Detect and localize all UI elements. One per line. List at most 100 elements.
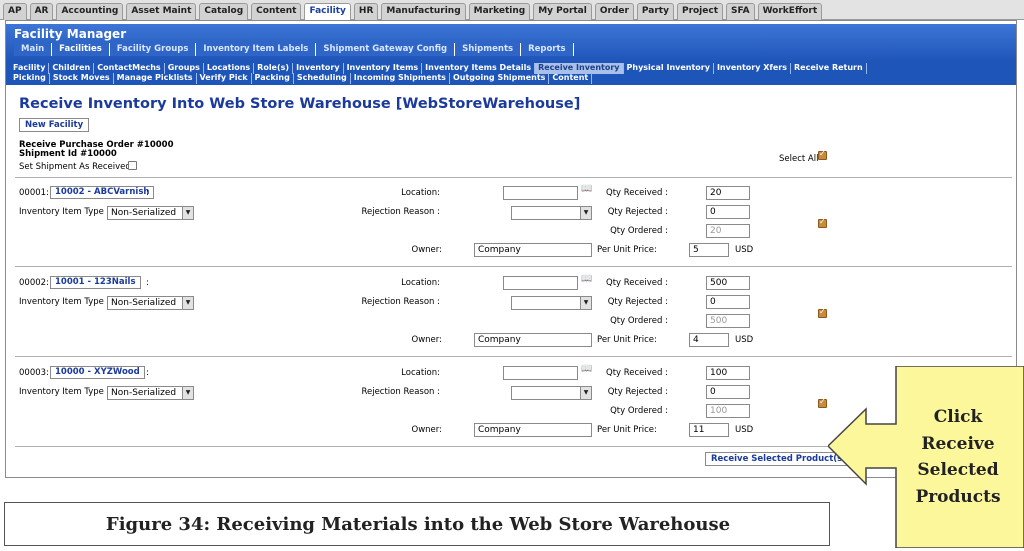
inventory-item-type-select[interactable]: Non-Serialized ▼	[107, 386, 194, 400]
manager-menu-shipments[interactable]: Shipments	[455, 43, 522, 56]
manager-menu-inventory-item-labels[interactable]: Inventory Item Labels	[196, 43, 317, 56]
qty-rejected-input[interactable]: 0	[706, 295, 750, 309]
lookup-icon[interactable]: 📖	[581, 364, 594, 374]
unit-price-input[interactable]: 5	[689, 243, 729, 257]
unit-price-input[interactable]: 11	[689, 423, 729, 437]
submenu-stock-moves[interactable]: Stock Moves	[50, 73, 114, 84]
inventory-item-type-select[interactable]: Non-Serialized ▼	[107, 206, 194, 220]
qty-received-input[interactable]: 500	[706, 276, 750, 290]
owner-label: Owner:	[411, 425, 442, 435]
figure-caption-box: Figure 34: Receiving Materials into the …	[4, 502, 830, 546]
submenu-inventory-xfers[interactable]: Inventory Xfers	[714, 63, 792, 74]
item-sequence: 00002:	[19, 278, 49, 288]
submenu-manage-picklists[interactable]: Manage Picklists	[114, 73, 197, 84]
qty-rejected-input[interactable]: 0	[706, 205, 750, 219]
rejection-reason-label: Rejection Reason :	[361, 297, 440, 307]
location-input[interactable]	[503, 276, 578, 290]
owner-input[interactable]: Company	[474, 243, 592, 257]
app-tab-sfa[interactable]: SFA	[726, 3, 755, 20]
unit-price-input[interactable]: 4	[689, 333, 729, 347]
qty-received-label: Qty Received :	[606, 188, 668, 198]
item-sequence: 00001:	[19, 188, 49, 198]
manager-menu-shipment-gateway-config[interactable]: Shipment Gateway Config	[316, 43, 456, 56]
app-tab-hr[interactable]: HR	[353, 3, 379, 20]
location-input[interactable]	[503, 186, 578, 200]
figure-caption: Figure 34: Receiving Materials into the …	[105, 514, 731, 535]
dropdown-arrow-icon: ▼	[580, 297, 591, 309]
qty-rejected-input[interactable]: 0	[706, 385, 750, 399]
lookup-icon[interactable]: 📖	[581, 274, 594, 284]
app-tab-project[interactable]: Project	[676, 3, 724, 20]
app-tab-ar[interactable]: AR	[29, 3, 54, 20]
owner-label: Owner:	[411, 245, 442, 255]
divider	[15, 266, 1012, 267]
rejection-reason-select[interactable]: ▼	[511, 206, 592, 220]
item-select-checkbox[interactable]	[818, 217, 827, 228]
app-tab-content[interactable]: Content	[251, 3, 302, 20]
submenu-outgoing-shipments[interactable]: Outgoing Shipments	[450, 73, 550, 84]
app-tab-order[interactable]: Order	[594, 3, 634, 20]
qty-ordered-input: 500	[706, 314, 750, 328]
dropdown-arrow-icon: ▼	[580, 207, 591, 219]
per-unit-price-label: Per Unit Price:	[597, 335, 657, 345]
app-tab-bar: AP AR Accounting Asset Maint Catalog Content F…	[0, 0, 1024, 21]
qty-received-input[interactable]: 20	[706, 186, 750, 200]
app-tab-my-portal[interactable]: My Portal	[533, 3, 592, 20]
item-select-checkbox[interactable]	[818, 397, 827, 408]
qty-received-label: Qty Received :	[606, 368, 668, 378]
product-suffix: :	[146, 188, 149, 198]
facility-sub-menu: Facility Children ContactMechs Groups Locati…	[6, 62, 1016, 85]
app-tab-marketing[interactable]: Marketing	[468, 3, 531, 20]
manager-title: Facility Manager	[14, 27, 127, 41]
manager-menu: Main Facilities Facility Groups Inventory I…	[14, 43, 574, 56]
app-tab-ap[interactable]: AP	[3, 3, 27, 20]
product-link[interactable]: 10000 - XYZWood	[50, 366, 145, 379]
submenu-physical-inventory[interactable]: Physical Inventory	[624, 63, 714, 74]
currency-label: USD	[735, 245, 754, 255]
product-suffix: :	[146, 368, 149, 378]
owner-input[interactable]: Company	[474, 333, 592, 347]
qty-rejected-label: Qty Rejected :	[607, 387, 668, 397]
manager-menu-main[interactable]: Main	[14, 43, 53, 56]
qty-ordered-label: Qty Ordered :	[610, 406, 668, 416]
submenu-scheduling[interactable]: Scheduling	[294, 73, 351, 84]
divider	[15, 356, 1012, 357]
qty-received-label: Qty Received :	[606, 278, 668, 288]
product-link[interactable]: 10002 - ABCVarnish	[50, 186, 155, 199]
app-tab-catalog[interactable]: Catalog	[199, 3, 249, 20]
lookup-icon[interactable]: 📖	[581, 184, 594, 194]
owner-label: Owner:	[411, 335, 442, 345]
app-tab-facility[interactable]: Facility	[304, 3, 351, 21]
submenu-receive-return[interactable]: Receive Return	[791, 63, 867, 74]
app-tab-party[interactable]: Party	[636, 3, 674, 20]
submenu-picking[interactable]: Picking	[10, 73, 50, 84]
owner-input[interactable]: Company	[474, 423, 592, 437]
set-shipment-received-label: Set Shipment As Received	[19, 162, 131, 172]
submenu-verify-pick[interactable]: Verify Pick	[197, 73, 252, 84]
inventory-item-type-select[interactable]: Non-Serialized ▼	[107, 296, 194, 310]
dropdown-arrow-icon: ▼	[182, 297, 193, 309]
select-all-checkbox[interactable]	[818, 149, 827, 160]
item-select-checkbox[interactable]	[818, 307, 827, 318]
manager-menu-facilities[interactable]: Facilities	[52, 43, 110, 56]
product-link[interactable]: 10001 - 123Nails	[50, 276, 141, 289]
qty-ordered-label: Qty Ordered :	[610, 226, 668, 236]
submenu-packing[interactable]: Packing	[252, 73, 294, 84]
qty-received-input[interactable]: 100	[706, 366, 750, 380]
set-shipment-received-checkbox[interactable]	[128, 161, 137, 170]
app-tab-workeffort[interactable]: WorkEffort	[757, 3, 823, 20]
app-tab-asset-maint[interactable]: Asset Maint	[126, 3, 197, 20]
manager-menu-reports[interactable]: Reports	[521, 43, 574, 56]
app-tab-accounting[interactable]: Accounting	[56, 3, 124, 20]
dropdown-arrow-icon: ▼	[182, 387, 193, 399]
rejection-reason-select[interactable]: ▼	[511, 386, 592, 400]
app-tab-manufacturing[interactable]: Manufacturing	[381, 3, 466, 20]
location-input[interactable]	[503, 366, 578, 380]
manager-menu-facility-groups[interactable]: Facility Groups	[109, 43, 197, 56]
submenu-incoming-shipments[interactable]: Incoming Shipments	[351, 73, 450, 84]
new-facility-button[interactable]: New Facility	[19, 118, 90, 132]
dropdown-arrow-icon: ▼	[580, 387, 591, 399]
rejection-reason-select[interactable]: ▼	[511, 296, 592, 310]
inventory-item-type-label: Inventory Item Type :	[19, 387, 110, 397]
submenu-content[interactable]: Content	[549, 73, 593, 84]
